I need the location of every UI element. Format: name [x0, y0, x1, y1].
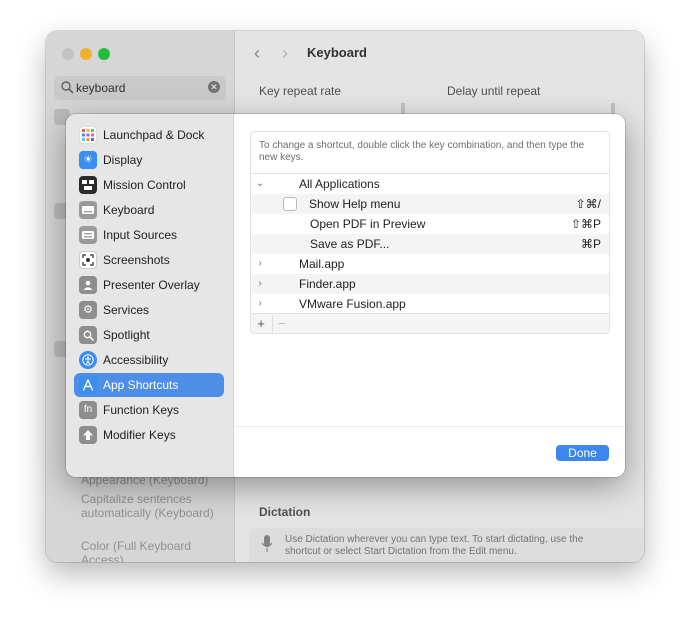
row-label: Save as PDF... [310, 237, 390, 251]
category-modifier-keys[interactable]: Modifier Keys [74, 423, 224, 447]
category-label: Input Sources [103, 228, 178, 242]
launchpad-icon [79, 126, 97, 144]
presenter-overlay-icon [79, 276, 97, 294]
category-label: Spotlight [103, 328, 150, 342]
display-icon: ☀ [79, 151, 97, 169]
table-row-save-as-pdf[interactable]: Save as PDF... ⌘P [251, 234, 609, 254]
category-label: Accessibility [103, 353, 169, 367]
mission-control-icon [79, 176, 97, 194]
row-label: Mail.app [299, 257, 345, 271]
input-sources-icon [79, 226, 97, 244]
row-label: All Applications [299, 177, 380, 191]
category-label: Presenter Overlay [103, 278, 200, 292]
category-display[interactable]: ☀ Display [74, 148, 224, 172]
chevron-right-icon[interactable]: › [254, 257, 266, 271]
shortcut-key[interactable]: ⇧⌘P [571, 217, 601, 231]
row-label: VMware Fusion.app [299, 297, 406, 311]
category-launchpad-dock[interactable]: Launchpad & Dock [74, 123, 224, 147]
chevron-right-icon[interactable]: › [254, 297, 266, 311]
shortcut-key[interactable]: ⇧⌘/ [576, 197, 601, 211]
add-shortcut-button[interactable]: + [252, 315, 270, 332]
category-label: Function Keys [103, 403, 180, 417]
category-function-keys[interactable]: fn Function Keys [74, 398, 224, 422]
keyboard-icon [79, 201, 97, 219]
category-label: Modifier Keys [103, 428, 176, 442]
services-icon: ⚙ [79, 301, 97, 319]
category-accessibility[interactable]: Accessibility [74, 348, 224, 372]
category-services[interactable]: ⚙ Services [74, 298, 224, 322]
function-keys-icon: fn [79, 401, 97, 419]
app-shortcuts-icon [79, 376, 97, 394]
category-screenshots[interactable]: Screenshots [74, 248, 224, 272]
chevron-right-icon[interactable]: › [254, 277, 266, 291]
table-row-vmware-fusion-app[interactable]: › VMware Fusion.app [251, 294, 609, 314]
shortcut-key[interactable]: ⌘P [581, 237, 601, 251]
shortcut-categories: Launchpad & Dock ☀ Display Mission Contr… [66, 114, 234, 477]
category-label: Screenshots [103, 253, 170, 267]
table-row-show-help-menu[interactable]: Show Help menu ⇧⌘/ [251, 194, 609, 214]
shortcuts-pane: To change a shortcut, double click the k… [234, 114, 625, 477]
enable-checkbox[interactable] [283, 197, 297, 211]
done-button[interactable]: Done [556, 445, 609, 461]
table-row-mail-app[interactable]: › Mail.app [251, 254, 609, 274]
category-presenter-overlay[interactable]: Presenter Overlay [74, 273, 224, 297]
category-mission-control[interactable]: Mission Control [74, 173, 224, 197]
category-label: App Shortcuts [103, 378, 179, 392]
shortcut-instruction: To change a shortcut, double click the k… [259, 140, 585, 163]
row-label: Open PDF in Preview [310, 217, 426, 231]
screenshots-icon [79, 251, 97, 269]
category-label: Mission Control [103, 178, 186, 192]
table-row-open-pdf-in-preview[interactable]: Open PDF in Preview ⇧⌘P [251, 214, 609, 234]
remove-shortcut-button[interactable]: − [272, 315, 291, 332]
row-label: Finder.app [299, 277, 356, 291]
category-keyboard[interactable]: Keyboard [74, 198, 224, 222]
shortcuts-table: To change a shortcut, double click the k… [250, 131, 610, 334]
chevron-down-icon[interactable]: ⌄ [254, 177, 266, 191]
spotlight-icon [79, 326, 97, 344]
modifier-keys-icon [79, 426, 97, 444]
table-footer: + − [251, 313, 609, 333]
category-spotlight[interactable]: Spotlight [74, 323, 224, 347]
table-row-all-applications[interactable]: ⌄ All Applications [251, 174, 609, 194]
category-label: Services [103, 303, 150, 317]
category-label: Display [103, 153, 143, 167]
category-label: Launchpad & Dock [103, 128, 205, 142]
row-label: Show Help menu [309, 197, 401, 211]
category-app-shortcuts[interactable]: App Shortcuts [74, 373, 224, 397]
accessibility-icon [79, 351, 97, 369]
keyboard-shortcuts-sheet: Launchpad & Dock ☀ Display Mission Contr… [66, 114, 625, 477]
table-row-finder-app[interactable]: › Finder.app [251, 274, 609, 294]
divider [234, 426, 625, 427]
category-input-sources[interactable]: Input Sources [74, 223, 224, 247]
category-label: Keyboard [103, 203, 155, 217]
